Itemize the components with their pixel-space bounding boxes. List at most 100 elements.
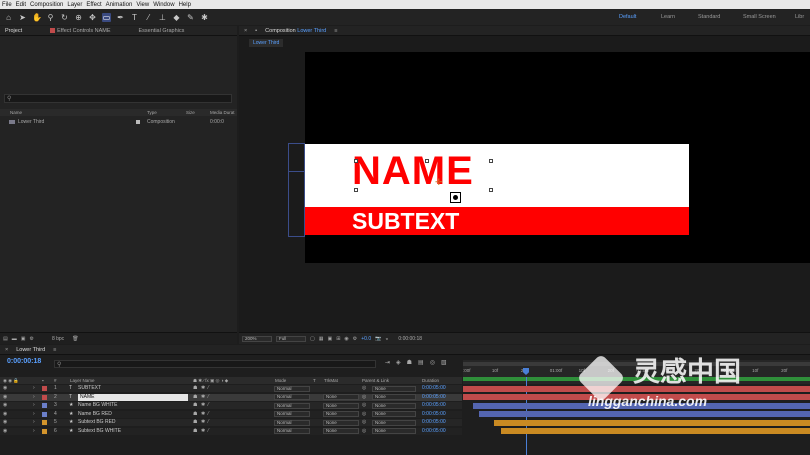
comp-timecode[interactable]: 0:00:00:18 [398, 336, 422, 342]
parent-select[interactable]: None [372, 411, 416, 417]
expand-arrow-icon[interactable]: › [33, 428, 35, 435]
pick-whip-icon[interactable]: ◎ [362, 402, 366, 409]
region-of-interest-icon[interactable]: ▢ [310, 336, 315, 342]
layer-name[interactable]: Name BG WHITE [78, 402, 117, 409]
resolution-select[interactable]: Full [276, 336, 306, 342]
column-mode[interactable]: Mode [275, 377, 286, 384]
quality-switch-icon[interactable]: ⁄ [208, 419, 209, 426]
layer-duration[interactable]: 0:00:05:00 [422, 428, 446, 435]
pan-tool-icon[interactable]: ✥ [88, 13, 97, 22]
layer-name[interactable]: Subtext BG WHITE [78, 428, 121, 435]
close-icon[interactable]: × [5, 347, 8, 353]
tab-composition[interactable]: Composition Lower Third [265, 28, 326, 34]
eye-icon[interactable]: ◉ [3, 385, 7, 392]
mode-select[interactable]: Normal [274, 411, 310, 417]
collapse-switch-icon[interactable]: ✱ [201, 428, 205, 435]
breadcrumb[interactable]: Lower Third [249, 39, 284, 47]
workspace-small-screen[interactable]: Small Screen [743, 9, 776, 25]
pick-whip-icon[interactable]: ◎ [362, 385, 366, 392]
roto-tool-icon[interactable]: ✎ [186, 13, 195, 22]
panel-menu-icon[interactable]: ≡ [334, 28, 337, 34]
label-color-swatch[interactable] [42, 428, 47, 434]
stamp-tool-icon[interactable]: ⊥ [158, 13, 167, 22]
camera-tool-icon[interactable]: ⊕ [74, 13, 83, 22]
shy-layers-icon[interactable]: ☗ [407, 359, 412, 366]
layer-duration[interactable]: 0:00:05:00 [422, 402, 446, 409]
layer-duration[interactable]: 0:00:05:00 [422, 411, 446, 418]
layer-row[interactable]: ◉ › 6 ★ Subtext BG WHITE ☗ ✱ ⁄ Normal None ◎ None 0:… [0, 427, 462, 435]
collapse-switch-icon[interactable]: ✱ [201, 411, 205, 418]
snapshot-icon[interactable]: 📷 [375, 336, 381, 342]
column-duration[interactable]: Duration [422, 377, 439, 384]
layer-name[interactable]: SUBTEXT [78, 385, 101, 392]
label-color-swatch[interactable] [42, 386, 47, 391]
timeline-timecode[interactable]: 0:00:00:18 [7, 358, 41, 365]
eye-icon[interactable]: ◉ [3, 419, 7, 426]
label-color-swatch[interactable] [42, 420, 47, 425]
graph-editor-icon[interactable]: ▧ [441, 359, 447, 366]
parent-select[interactable]: None [372, 428, 416, 434]
layer-duration-bar[interactable] [494, 419, 810, 426]
zoom-select[interactable]: 200% [242, 336, 272, 342]
mode-select[interactable]: Normal [274, 394, 310, 400]
layer-row[interactable]: ◉ › 4 ★ Name BG RED ☗ ✱ ⁄ Normal None ◎ None 0:00:05… [0, 410, 462, 418]
view-options-icon[interactable]: ⚙ [353, 336, 357, 342]
transform-handle[interactable] [489, 159, 493, 163]
home-icon[interactable]: ⌂ [4, 13, 13, 22]
eye-icon[interactable]: ◉ [3, 428, 7, 435]
workspace-libraries[interactable]: Libr [795, 9, 804, 25]
layer-row[interactable]: ◉ › 5 ★ Subtext BG RED ☗ ✱ ⁄ Normal None ◎ None 0:00… [0, 419, 462, 426]
tab-effect-controls[interactable]: Effect Controls NAME [50, 28, 111, 34]
layer-duration[interactable]: 0:00:05:00 [422, 385, 446, 392]
brush-tool-icon[interactable]: ⁄ [144, 13, 153, 22]
menu-composition[interactable]: Composition [30, 2, 63, 8]
hand-tool-icon[interactable]: ✋ [32, 13, 42, 22]
quality-switch-icon[interactable]: ⁄ [208, 428, 209, 435]
new-folder-icon[interactable]: ▬ [12, 336, 17, 342]
column-t[interactable]: T [313, 377, 316, 384]
label-color-swatch[interactable] [42, 411, 47, 417]
menu-edit[interactable]: Edit [16, 2, 26, 8]
eraser-tool-icon[interactable]: ◆ [172, 13, 181, 22]
workspace-default[interactable]: Default [619, 9, 636, 25]
guides-icon[interactable]: ⊞ [336, 336, 340, 342]
trkmat-select[interactable]: None [323, 419, 359, 426]
layer-name[interactable]: NAME [78, 393, 188, 401]
expand-arrow-icon[interactable]: › [33, 411, 35, 418]
mask-visibility-icon[interactable]: ▣ [327, 336, 332, 342]
mode-select[interactable]: Normal [274, 428, 310, 434]
motion-blur-icon[interactable]: ◎ [430, 359, 435, 366]
tab-project[interactable]: Project [5, 28, 22, 34]
trkmat-select[interactable]: None [323, 428, 359, 434]
expand-arrow-icon[interactable]: › [33, 402, 35, 409]
quality-switch-icon[interactable]: ⁄ [208, 411, 209, 418]
shy-switch-icon[interactable]: ☗ [193, 419, 197, 426]
transform-handle[interactable] [425, 159, 429, 163]
mode-select[interactable]: Normal [274, 385, 310, 392]
quality-switch-icon[interactable]: ⁄ [208, 385, 209, 392]
delete-icon[interactable]: 🗑 [72, 336, 78, 342]
collapse-switch-icon[interactable]: ✱ [201, 394, 205, 401]
parent-select[interactable]: None [372, 402, 416, 409]
column-type[interactable]: Type [147, 109, 157, 116]
canvas-title-text[interactable]: NAME [352, 148, 474, 194]
composition-flowchart-icon[interactable]: ⇥ [385, 359, 390, 366]
label-color-swatch[interactable] [42, 403, 47, 408]
quality-switch-icon[interactable]: ⁄ [208, 394, 209, 401]
menu-help[interactable]: Help [179, 2, 191, 8]
parent-select[interactable]: None [372, 419, 416, 426]
label-color-swatch[interactable] [42, 394, 47, 400]
column-layer-name[interactable]: Layer Name [70, 377, 95, 384]
column-parent[interactable]: Parent & Link [362, 377, 389, 384]
transparency-grid-icon[interactable]: ▦ [319, 336, 324, 342]
collapse-switch-icon[interactable]: ✱ [201, 385, 205, 392]
eye-icon[interactable]: ◉ [3, 394, 7, 401]
tab-essential-graphics[interactable]: Essential Graphics [139, 28, 185, 34]
shy-switch-icon[interactable]: ☗ [193, 428, 197, 435]
layer-duration-bar[interactable] [501, 428, 810, 434]
anchor-point-icon[interactable]: ✛ [435, 178, 443, 187]
layer-duration[interactable]: 0:00:05:00 [422, 419, 446, 426]
timeline-search-input[interactable]: ⚲ [54, 360, 376, 368]
eye-icon[interactable]: ◉ [3, 402, 7, 409]
parent-select[interactable]: None [372, 385, 416, 392]
